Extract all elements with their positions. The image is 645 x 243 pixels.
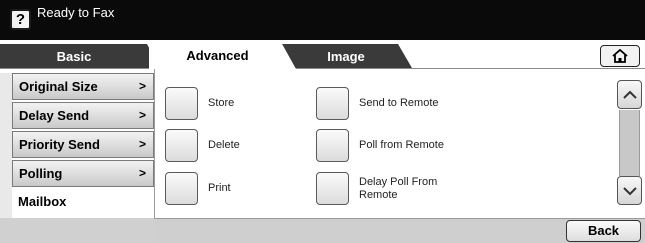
- delay-poll-from-remote-button[interactable]: [316, 172, 349, 205]
- menu-item-priority-send[interactable]: Priority Send >: [12, 131, 154, 158]
- tab-basic[interactable]: Basic: [0, 44, 160, 68]
- store-option[interactable]: Store: [165, 87, 234, 120]
- home-button[interactable]: [600, 45, 640, 67]
- delete-label: Delete: [208, 139, 240, 151]
- menu-item-label: Polling: [19, 166, 63, 181]
- status-bar: ? Ready to Fax: [0, 0, 645, 40]
- chevron-right-icon: >: [138, 108, 146, 122]
- footer-left: [0, 218, 154, 243]
- scroll-down-button[interactable]: [617, 176, 642, 205]
- poll-from-remote-label: Poll from Remote: [359, 139, 444, 151]
- print-option[interactable]: Print: [165, 172, 231, 205]
- menu-item-original-size[interactable]: Original Size >: [12, 73, 154, 100]
- menu-item-label: Mailbox: [18, 194, 67, 209]
- fax-screen: ? Ready to Fax Basic Image Advanced Orig…: [0, 0, 645, 243]
- send-to-remote-button[interactable]: [316, 87, 349, 120]
- status-text: Ready to Fax: [37, 5, 115, 20]
- menu-item-label: Delay Send: [19, 108, 90, 123]
- chevron-right-icon: >: [138, 166, 146, 180]
- store-button[interactable]: [165, 87, 198, 120]
- menu-item-delay-send[interactable]: Delay Send >: [12, 102, 154, 129]
- left-menu: Original Size > Delay Send > Priority Se…: [12, 73, 154, 218]
- chevron-right-icon: >: [138, 137, 146, 151]
- print-label: Print: [208, 182, 231, 194]
- poll-from-remote-option[interactable]: Poll from Remote: [316, 129, 444, 162]
- menu-item-mailbox[interactable]: Mailbox: [12, 189, 154, 216]
- chevron-up-icon: [622, 90, 637, 99]
- chevron-right-icon: >: [138, 79, 146, 93]
- delay-poll-from-remote-option[interactable]: Delay Poll From Remote: [316, 172, 449, 205]
- help-button[interactable]: ?: [10, 9, 31, 30]
- print-button[interactable]: [165, 172, 198, 205]
- poll-from-remote-button[interactable]: [316, 129, 349, 162]
- menu-item-polling[interactable]: Polling >: [12, 160, 154, 187]
- tab-advanced[interactable]: Advanced: [149, 42, 296, 69]
- scrollbar-track[interactable]: [619, 110, 640, 176]
- send-to-remote-option[interactable]: Send to Remote: [316, 87, 439, 120]
- delete-option[interactable]: Delete: [165, 129, 240, 162]
- menu-item-label: Priority Send: [19, 137, 100, 152]
- left-strip: [0, 73, 12, 219]
- home-icon: [612, 49, 628, 63]
- menu-item-label: Original Size: [19, 79, 98, 94]
- scroll-up-button[interactable]: [617, 80, 642, 109]
- delay-poll-from-remote-label: Delay Poll From Remote: [359, 175, 438, 201]
- chevron-down-icon: [622, 186, 637, 195]
- tab-image[interactable]: Image: [280, 44, 412, 68]
- back-button[interactable]: Back: [566, 220, 641, 242]
- delete-button[interactable]: [165, 129, 198, 162]
- mailbox-options-panel: Store Delete Print Send to Remote Poll f…: [154, 69, 645, 218]
- send-to-remote-label: Send to Remote: [359, 97, 439, 109]
- store-label: Store: [208, 97, 235, 109]
